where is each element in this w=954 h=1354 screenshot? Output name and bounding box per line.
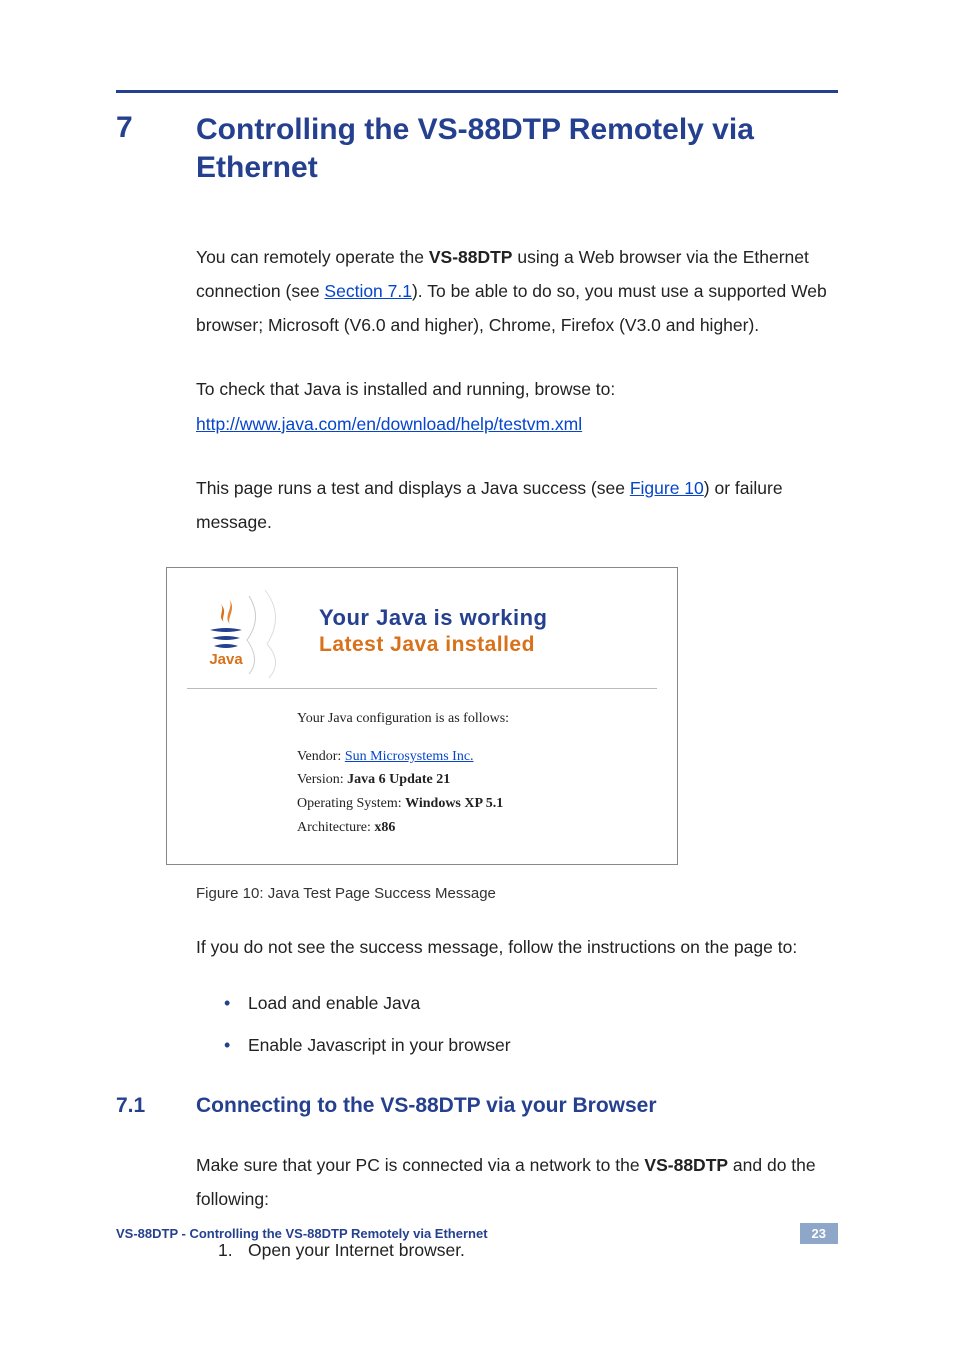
label: Operating System: — [297, 796, 405, 811]
bullet-list: Load and enable Java Enable Javascript i… — [224, 982, 838, 1066]
link-figure-10[interactable]: Figure 10 — [630, 478, 704, 498]
section-title: Controlling the VS-88DTP Remotely via Et… — [196, 111, 838, 186]
figure-arch-row: Architecture: x86 — [297, 816, 677, 840]
figure-version-row: Version: Java 6 Update 21 — [297, 768, 677, 792]
svg-text:Java: Java — [209, 651, 243, 666]
list-item: Load and enable Java — [224, 982, 838, 1024]
figure-title-1: Your Java is working — [319, 605, 547, 631]
text: You can remotely operate the — [196, 247, 429, 267]
text: To check that Java is installed and runn… — [196, 372, 838, 406]
footer-text: VS-88DTP - Controlling the VS-88DTP Remo… — [116, 1226, 488, 1241]
figure-java-test: Java Your Java is working Latest Java in… — [166, 567, 678, 865]
value: Windows XP 5.1 — [405, 796, 503, 811]
body-para-2: To check that Java is installed and runn… — [196, 372, 838, 440]
figure-config-line: Your Java configuration is as follows: — [297, 707, 677, 731]
subsection-title: Connecting to the VS-88DTP via your Brow… — [196, 1094, 657, 1118]
label: Architecture: — [297, 820, 374, 835]
section-number: 7 — [116, 111, 196, 145]
figure-title-2: Latest Java installed — [319, 633, 547, 657]
figure-details: Your Java configuration is as follows: V… — [297, 707, 677, 840]
product-name: VS-88DTP — [429, 247, 513, 267]
body-para-4: If you do not see the success message, f… — [196, 930, 838, 1066]
figure-vendor-row: Vendor: Sun Microsystems Inc. — [297, 745, 677, 769]
link-vendor[interactable]: Sun Microsystems Inc. — [345, 749, 474, 764]
figure-divider — [187, 688, 657, 689]
list-item: Enable Javascript in your browser — [224, 1024, 838, 1066]
text: This page runs a test and displays a Jav… — [196, 478, 630, 498]
section-header: 7 Controlling the VS-88DTP Remotely via … — [116, 111, 838, 186]
text: If you do not see the success message, f… — [196, 930, 838, 964]
page-footer: VS-88DTP - Controlling the VS-88DTP Remo… — [116, 1223, 838, 1244]
label: Vendor: — [297, 749, 345, 764]
java-logo-icon: Java — [191, 596, 261, 666]
value: x86 — [374, 820, 395, 835]
text: Make sure that your PC is connected via … — [196, 1155, 644, 1175]
value: Java 6 Update 21 — [347, 772, 450, 787]
label: Version: — [297, 772, 347, 787]
product-name: VS-88DTP — [644, 1155, 728, 1175]
subsection-header: 7.1 Connecting to the VS-88DTP via your … — [116, 1094, 838, 1118]
body-para-1: You can remotely operate the VS-88DTP us… — [196, 240, 838, 342]
link-java-test-url[interactable]: http://www.java.com/en/download/help/tes… — [196, 414, 582, 434]
subsection-number: 7.1 — [116, 1094, 196, 1118]
body-para-5: Make sure that your PC is connected via … — [196, 1148, 838, 1268]
figure-caption: Figure 10: Java Test Page Success Messag… — [196, 885, 838, 902]
body-para-3: This page runs a test and displays a Jav… — [196, 471, 838, 539]
link-section-7-1[interactable]: Section 7.1 — [324, 281, 412, 301]
figure-os-row: Operating System: Windows XP 5.1 — [297, 792, 677, 816]
page-number: 23 — [800, 1223, 838, 1244]
